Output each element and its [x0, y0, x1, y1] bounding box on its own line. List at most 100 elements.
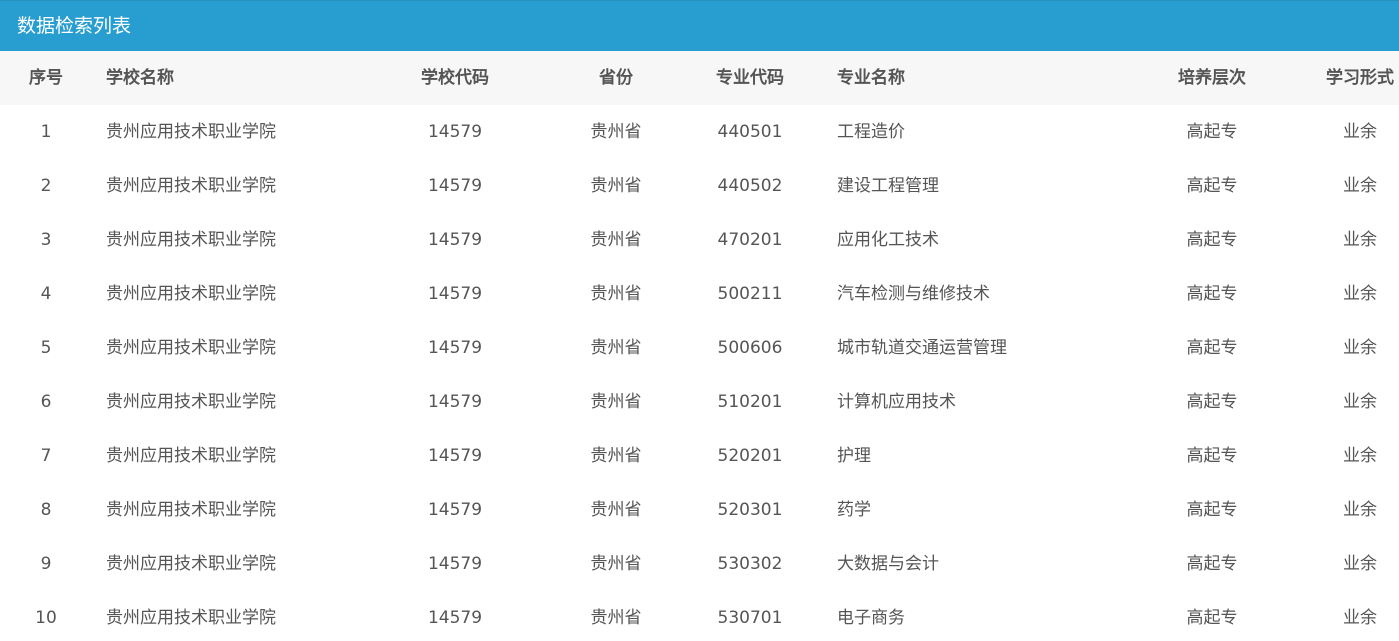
cell-study-form: 业余 — [1343, 446, 1377, 466]
cell-study-form: 业余 — [1343, 392, 1377, 412]
cell-school-name: 贵州应用技术职业学院 — [106, 122, 276, 142]
table-body: 1 贵州应用技术职业学院 14579 贵州省 440501 工程造价 高起专 业余 2 贵州应用技… — [0, 105, 1399, 641]
cell-major-code: 470201 — [717, 230, 783, 250]
cell-study-form: 业余 — [1343, 176, 1377, 196]
cell-province: 贵州省 — [590, 446, 642, 466]
cell-level: 高起专 — [1186, 392, 1238, 412]
table-row: 1 贵州应用技术职业学院 14579 贵州省 440501 工程造价 高起专 业余 — [0, 105, 1399, 159]
header-level: 培养层次 — [1178, 68, 1246, 88]
cell-province: 贵州省 — [590, 176, 642, 196]
data-search-panel: 数据检索列表 序号 学校名称 学校代码 省份 专业代码 专业名称 培养层次 学习… — [0, 0, 1399, 641]
cell-major-name: 计算机应用技术 — [837, 392, 956, 412]
header-province: 省份 — [599, 68, 633, 88]
cell-school-code: 14579 — [427, 176, 483, 196]
table-row: 9 贵州应用技术职业学院 14579 贵州省 530302 大数据与会计 高起专 业余 — [0, 537, 1399, 591]
cell-school-name: 贵州应用技术职业学院 — [106, 176, 276, 196]
cell-study-form: 业余 — [1343, 554, 1377, 574]
cell-index: 10 — [35, 608, 57, 628]
cell-province: 贵州省 — [590, 284, 642, 304]
cell-major-code: 520301 — [717, 500, 783, 520]
cell-index: 1 — [40, 122, 52, 142]
cell-study-form: 业余 — [1343, 608, 1377, 628]
cell-major-name: 建设工程管理 — [837, 176, 939, 196]
cell-index: 9 — [40, 554, 52, 574]
table-row: 8 贵州应用技术职业学院 14579 贵州省 520301 药学 高起专 业余 — [0, 483, 1399, 537]
header-school-code: 学校代码 — [421, 68, 489, 88]
cell-school-code: 14579 — [427, 230, 483, 250]
cell-school-code: 14579 — [427, 554, 483, 574]
cell-study-form: 业余 — [1343, 284, 1377, 304]
cell-province: 贵州省 — [590, 230, 642, 250]
header-major-name: 专业名称 — [837, 68, 905, 88]
table-row: 6 贵州应用技术职业学院 14579 贵州省 510201 计算机应用技术 高起专 业余 — [0, 375, 1399, 429]
cell-level: 高起专 — [1186, 608, 1238, 628]
cell-level: 高起专 — [1186, 554, 1238, 574]
cell-major-name: 应用化工技术 — [837, 230, 939, 250]
cell-school-name: 贵州应用技术职业学院 — [106, 500, 276, 520]
cell-school-code: 14579 — [427, 122, 483, 142]
cell-index: 6 — [40, 392, 52, 412]
header-study-form: 学习形式 — [1326, 68, 1394, 88]
table-row: 4 贵州应用技术职业学院 14579 贵州省 500211 汽车检测与维修技术 高起专 业余 — [0, 267, 1399, 321]
cell-index: 7 — [40, 446, 52, 466]
cell-school-name: 贵州应用技术职业学院 — [106, 608, 276, 628]
cell-index: 4 — [40, 284, 52, 304]
table-row: 5 贵州应用技术职业学院 14579 贵州省 500606 城市轨道交通运营管理 高起专 业余 — [0, 321, 1399, 375]
cell-school-code: 14579 — [427, 284, 483, 304]
cell-school-name: 贵州应用技术职业学院 — [106, 392, 276, 412]
cell-level: 高起专 — [1186, 284, 1238, 304]
cell-province: 贵州省 — [590, 338, 642, 358]
cell-major-code: 500211 — [717, 284, 783, 304]
cell-level: 高起专 — [1186, 338, 1238, 358]
cell-major-name: 药学 — [837, 500, 871, 520]
cell-index: 5 — [40, 338, 52, 358]
cell-study-form: 业余 — [1343, 230, 1377, 250]
cell-school-name: 贵州应用技术职业学院 — [106, 284, 276, 304]
table-row: 2 贵州应用技术职业学院 14579 贵州省 440502 建设工程管理 高起专 业余 — [0, 159, 1399, 213]
cell-major-code: 510201 — [717, 392, 783, 412]
table-header-row: 序号 学校名称 学校代码 省份 专业代码 专业名称 培养层次 学习形式 — [0, 51, 1399, 105]
cell-school-code: 14579 — [427, 608, 483, 628]
cell-province: 贵州省 — [590, 122, 642, 142]
cell-major-name: 护理 — [837, 446, 871, 466]
cell-study-form: 业余 — [1343, 338, 1377, 358]
table-row: 7 贵州应用技术职业学院 14579 贵州省 520201 护理 高起专 业余 — [0, 429, 1399, 483]
cell-level: 高起专 — [1186, 500, 1238, 520]
cell-major-code: 440502 — [717, 176, 783, 196]
cell-province: 贵州省 — [590, 500, 642, 520]
cell-major-name: 汽车检测与维修技术 — [837, 284, 990, 304]
cell-school-code: 14579 — [427, 392, 483, 412]
cell-major-name: 工程造价 — [837, 122, 905, 142]
cell-major-code: 440501 — [717, 122, 783, 142]
cell-school-name: 贵州应用技术职业学院 — [106, 446, 276, 466]
cell-index: 3 — [40, 230, 52, 250]
header-index: 序号 — [29, 68, 63, 88]
cell-major-code: 530302 — [717, 554, 783, 574]
cell-level: 高起专 — [1186, 230, 1238, 250]
cell-level: 高起专 — [1186, 122, 1238, 142]
header-major-code: 专业代码 — [716, 68, 784, 88]
cell-major-name: 城市轨道交通运营管理 — [837, 338, 1007, 358]
cell-school-name: 贵州应用技术职业学院 — [106, 554, 276, 574]
cell-major-code: 530701 — [717, 608, 783, 628]
cell-school-code: 14579 — [427, 446, 483, 466]
table-row: 10 贵州应用技术职业学院 14579 贵州省 530701 电子商务 高起专 业余 — [0, 591, 1399, 641]
cell-major-code: 520201 — [717, 446, 783, 466]
cell-level: 高起专 — [1186, 176, 1238, 196]
header-school-name: 学校名称 — [106, 68, 174, 88]
cell-level: 高起专 — [1186, 446, 1238, 466]
cell-index: 2 — [40, 176, 52, 196]
cell-school-code: 14579 — [427, 338, 483, 358]
cell-study-form: 业余 — [1343, 500, 1377, 520]
cell-study-form: 业余 — [1343, 122, 1377, 142]
cell-school-name: 贵州应用技术职业学院 — [106, 230, 276, 250]
panel-title: 数据检索列表 — [0, 0, 1399, 51]
cell-index: 8 — [40, 500, 52, 520]
cell-school-name: 贵州应用技术职业学院 — [106, 338, 276, 358]
cell-province: 贵州省 — [590, 554, 642, 574]
cell-major-code: 500606 — [717, 338, 783, 358]
cell-major-name: 电子商务 — [837, 608, 905, 628]
cell-province: 贵州省 — [590, 608, 642, 628]
cell-major-name: 大数据与会计 — [837, 554, 939, 574]
table-row: 3 贵州应用技术职业学院 14579 贵州省 470201 应用化工技术 高起专 业余 — [0, 213, 1399, 267]
